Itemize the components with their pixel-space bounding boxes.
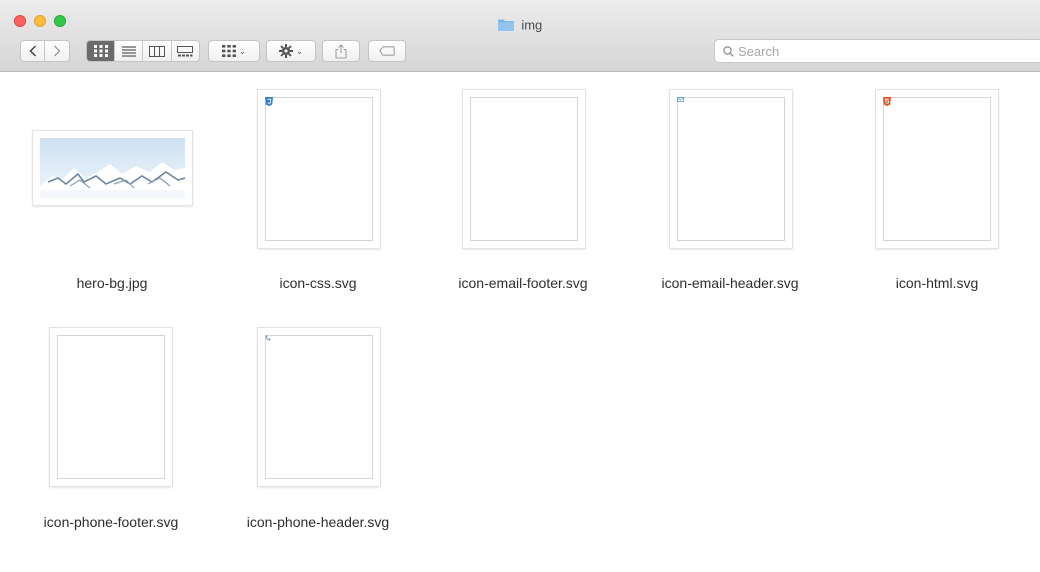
gear-icon [278,44,293,58]
svg-thumbnail [463,90,585,248]
file-name: icon-email-footer.svg [458,275,588,291]
tags-button[interactable] [368,40,406,62]
group-grid-icon [221,45,236,57]
chevron-left-icon [29,45,36,57]
file-name: icon-phone-header.svg [246,514,390,530]
phone-icon [265,335,271,341]
file-grid: hero-bg.jpg icon-css.svg icon-email-foot… [0,72,1040,572]
icon-view-icon [93,45,108,57]
gallery-view-icon [177,45,194,56]
forward-button[interactable] [45,41,69,61]
column-view-icon [148,45,165,57]
search-input[interactable] [738,43,1018,59]
page-border [57,335,165,479]
svg-thumbnail [258,328,380,486]
search-field[interactable] [714,39,1040,63]
tag-icon [379,46,395,56]
chevron-down-icon: ⌄ [238,45,247,56]
page-border [265,335,373,479]
back-button[interactable] [21,41,46,61]
image-thumbnail [33,131,192,205]
window-title: img [0,17,1040,34]
window-title-text: img [521,17,543,33]
chevron-down-icon: ⌄ [295,45,304,56]
nav-buttons [20,40,70,62]
mountain-image-icon [40,138,185,198]
svg-thumbnail [670,90,792,248]
share-icon [335,43,347,59]
file-name: icon-css.svg [279,275,357,291]
envelope-icon [677,97,684,102]
page-border [470,97,578,241]
finder-window: img ⌄ ⌄ Search hero-bg.jpg icon-css.svg … [0,0,1040,572]
list-view-icon [121,45,136,57]
share-button[interactable] [322,40,360,62]
view-mode-control [86,40,200,62]
svg-thumbnail [50,328,172,486]
file-name: hero-bg.jpg [76,275,148,291]
file-name: icon-email-header.svg [661,275,799,291]
toolbar: img ⌄ ⌄ Search [0,0,1040,72]
gallery-view-button[interactable] [172,41,199,61]
page-border [677,97,785,241]
column-view-button[interactable] [143,41,172,61]
svg-thumbnail [258,90,380,248]
icon-view-button[interactable] [87,41,116,61]
file-name: icon-html.svg [895,275,979,291]
page-border [265,97,373,241]
page-border [883,97,991,241]
html-shield-icon [883,97,891,106]
css-shield-icon [265,97,273,106]
folder-icon [497,19,514,31]
group-by-button[interactable]: ⌄ [208,40,260,62]
list-view-button[interactable] [115,41,144,61]
chevron-right-icon [54,45,61,57]
file-name: icon-phone-footer.svg [43,514,179,530]
search-icon [723,45,734,57]
action-menu-button[interactable]: ⌄ [266,40,316,62]
svg-thumbnail [876,90,998,248]
